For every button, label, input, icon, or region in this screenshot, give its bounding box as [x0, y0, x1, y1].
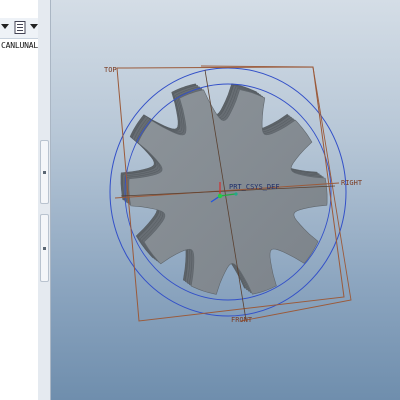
panel-splitter[interactable]: [38, 0, 51, 400]
top-plane-label[interactable]: TOP: [104, 66, 117, 74]
graphics-window[interactable]: TOP RIGHT FRONT PRT_CSYS_DEF: [51, 0, 400, 400]
tree-settings-icon[interactable]: [13, 20, 27, 34]
gear-body[interactable]: [128, 89, 328, 295]
model-tree-panel: CANLUNALV: [0, 0, 39, 400]
model-tree-toolbar: [0, 18, 38, 39]
dropdown-arrow-icon[interactable]: [0, 20, 12, 34]
collapse-handle[interactable]: [40, 140, 49, 204]
front-plane-label[interactable]: FRONT: [231, 316, 252, 324]
model-tree-item[interactable]: CANLUNALV: [1, 41, 38, 50]
csys-label[interactable]: PRT_CSYS_DEF: [229, 183, 280, 191]
right-plane-label[interactable]: RIGHT: [341, 179, 362, 187]
model-scene: [109, 65, 352, 322]
collapse-handle[interactable]: [40, 214, 49, 282]
